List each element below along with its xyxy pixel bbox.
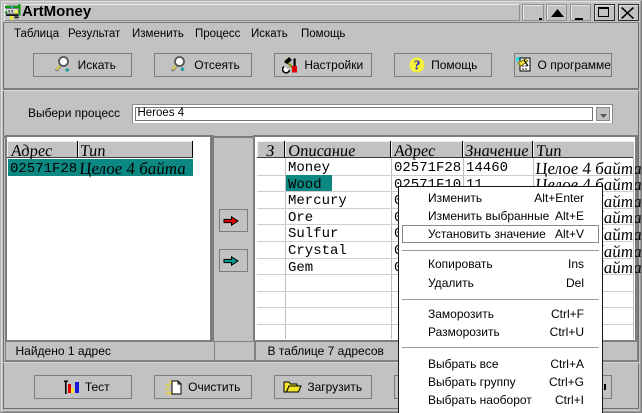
svg-text:?: ?: [414, 58, 421, 73]
